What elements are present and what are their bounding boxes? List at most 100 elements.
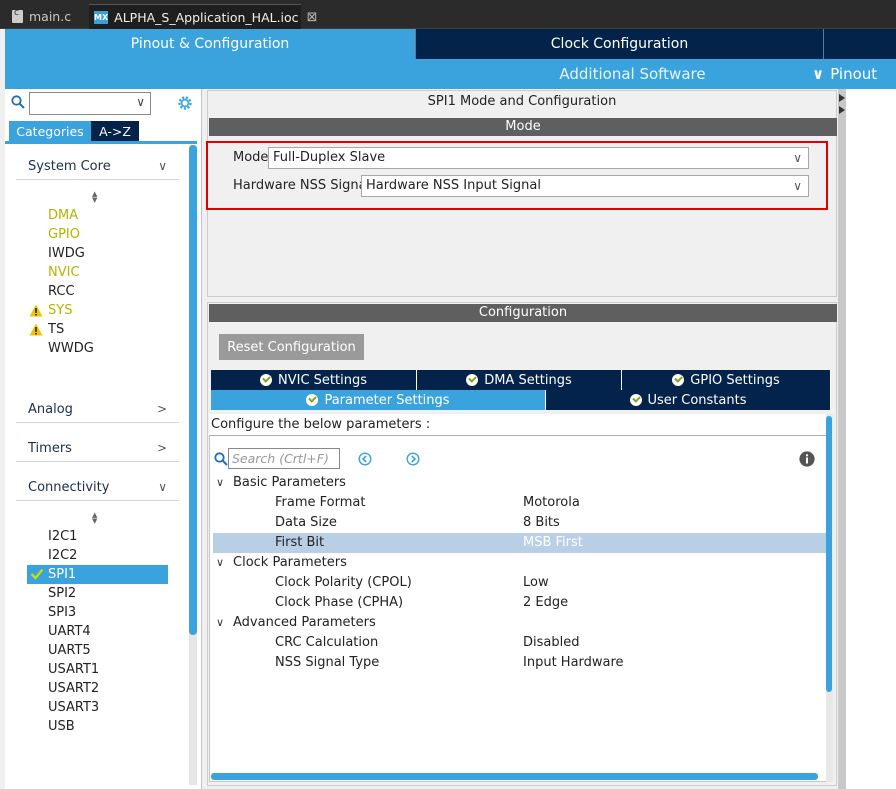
sidebar-item-spi1[interactable]: SPI1 — [48, 565, 76, 584]
sidebar-item-iwdg[interactable]: IWDG — [48, 244, 85, 263]
sidebar-item-spi3[interactable]: SPI3 — [48, 603, 76, 622]
configure-instruction: Configure the below parameters : — [209, 414, 828, 436]
sidebar-item-i2c2[interactable]: I2C2 — [48, 546, 77, 565]
warning-icon — [29, 304, 43, 317]
parameter-row[interactable]: Data Size 8 Bits — [213, 513, 826, 533]
sidebar-item-usart2[interactable]: USART2 — [48, 679, 99, 698]
close-icon[interactable]: ⊠ — [307, 10, 318, 25]
chevron-right-icon: > — [156, 441, 167, 455]
sort-arrows-icon[interactable]: ▲ ▼ — [92, 191, 97, 204]
peripheral-search-input[interactable]: ∨ — [29, 92, 151, 115]
sidebar-item-usart3[interactable]: USART3 — [48, 698, 99, 717]
tab-gpio-settings[interactable]: GPIO Settings — [622, 370, 831, 390]
sort-arrows-icon[interactable]: ▲ ▼ — [92, 512, 97, 525]
pinout-view-area — [846, 89, 896, 789]
category-analog[interactable]: Analog > — [16, 397, 179, 423]
sidebar-item-dma[interactable]: DMA — [48, 206, 78, 225]
mode-select[interactable]: Full-Duplex Slave ∨ — [268, 147, 809, 169]
tab-label: NVIC Settings — [278, 372, 367, 388]
sidebar-item-i2c1[interactable]: I2C1 — [48, 527, 77, 546]
editor-tab-ioc[interactable]: MX ALPHA_S_Application_HAL.ioc ⊠ — [89, 4, 317, 29]
category-label: Timers — [28, 441, 72, 456]
group-label: Basic Parameters — [233, 475, 346, 490]
check-icon — [260, 374, 272, 386]
group-basic-parameters[interactable]: ∨ Basic Parameters — [213, 473, 826, 493]
parameter-row[interactable]: Clock Phase (CPHA) 2 Edge — [213, 593, 826, 613]
hardware-nss-select[interactable]: Hardware NSS Input Signal ∨ — [361, 175, 809, 197]
pinout-view-menu[interactable]: ∨ Pinout — [812, 59, 896, 89]
tab-nvic-settings[interactable]: NVIC Settings — [211, 370, 417, 390]
group-clock-parameters[interactable]: ∨ Clock Parameters — [213, 553, 826, 573]
pinout-splitter[interactable] — [838, 89, 846, 789]
sidebar-item-gpio[interactable]: GPIO — [48, 225, 80, 244]
hardware-nss-label: Hardware NSS Signal — [233, 178, 371, 193]
sidebar-item-nvic[interactable]: NVIC — [48, 263, 80, 282]
alphabetical-view-button[interactable]: A->Z — [91, 121, 139, 141]
categories-view-button[interactable]: Categories — [9, 121, 91, 141]
tab-clock-configuration[interactable]: Clock Configuration — [415, 29, 824, 59]
category-label: System Core — [28, 159, 111, 174]
chevron-down-icon: ∨ — [158, 159, 167, 173]
parameter-value: Motorola — [523, 495, 580, 510]
configuration-section-header: Configuration — [209, 304, 837, 322]
gear-icon[interactable] — [176, 94, 194, 112]
info-icon[interactable] — [799, 451, 815, 467]
editor-tab-main-c[interactable]: main.c — [6, 4, 86, 29]
chevron-down-icon: ∨ — [158, 480, 167, 494]
tab-label: User Constants — [647, 392, 747, 408]
group-advanced-parameters[interactable]: ∨ Advanced Parameters — [213, 613, 826, 633]
mode-label: Mode — [233, 150, 269, 165]
tab-dma-settings[interactable]: DMA Settings — [417, 370, 622, 390]
chevron-down-icon[interactable]: ∨ — [136, 95, 145, 109]
next-icon[interactable] — [406, 452, 420, 466]
sidebar-item-wwdg[interactable]: WWDG — [48, 339, 94, 358]
panel-title: SPI1 Mode and Configuration — [427, 94, 617, 109]
tab-user-constants[interactable]: User Constants — [546, 390, 831, 410]
parameter-name: Clock Phase (CPHA) — [275, 595, 404, 610]
parameter-row-selected[interactable]: First Bit MSB First — [213, 533, 826, 553]
category-timers[interactable]: Timers > — [16, 436, 179, 462]
chevron-down-icon: ∨ — [812, 65, 825, 83]
chevron-down-icon: ∨ — [793, 179, 802, 193]
pinout-view-label: Pinout — [830, 65, 878, 83]
check-icon — [629, 394, 642, 406]
parameter-name: First Bit — [275, 535, 325, 550]
warning-icon — [29, 323, 43, 336]
group-label: Clock Parameters — [233, 555, 347, 570]
sidebar-item-uart4[interactable]: UART4 — [48, 622, 91, 641]
parameter-row[interactable]: Frame Format Motorola — [213, 493, 826, 513]
sidebar-item-ts[interactable]: TS — [48, 320, 64, 339]
tab-label: GPIO Settings — [690, 372, 780, 388]
parameter-name: CRC Calculation — [275, 635, 379, 650]
mode-section-header: Mode — [209, 118, 837, 136]
parameter-value: MSB First — [523, 535, 583, 550]
parameter-scrollbar-thumb[interactable] — [826, 416, 832, 692]
sidebar-scrollbar-thumb[interactable] — [189, 145, 197, 635]
tab-pinout-configuration[interactable]: Pinout & Configuration — [5, 29, 415, 59]
sidebar-item-usb[interactable]: USB — [48, 717, 75, 736]
parameter-name: NSS Signal Type — [275, 655, 380, 670]
parameter-name: Frame Format — [275, 495, 366, 510]
collapse-panel-icon[interactable] — [838, 92, 846, 118]
parameter-row[interactable]: CRC Calculation Disabled — [213, 633, 826, 653]
check-icon — [306, 394, 319, 406]
previous-icon[interactable] — [358, 452, 372, 466]
reset-configuration-button[interactable]: Reset Configuration — [219, 334, 364, 360]
parameter-row[interactable]: NSS Signal Type Input Hardware — [213, 653, 826, 673]
category-system-core[interactable]: System Core ∨ — [16, 154, 179, 180]
editor-tab-label: main.c — [29, 9, 72, 24]
sidebar-item-rcc[interactable]: RCC — [48, 282, 75, 301]
sidebar-item-uart5[interactable]: UART5 — [48, 641, 91, 660]
sub-nav-bar — [5, 59, 896, 89]
parameter-horizontal-scrollbar[interactable] — [211, 773, 818, 780]
sidebar-item-spi2[interactable]: SPI2 — [48, 584, 76, 603]
parameter-row[interactable]: Clock Polarity (CPOL) Low — [213, 573, 826, 593]
sidebar-item-sys[interactable]: SYS — [48, 301, 72, 320]
sidebar-item-usart1[interactable]: USART1 — [48, 660, 99, 679]
tab-parameter-settings[interactable]: Parameter Settings — [211, 390, 546, 410]
chevron-down-icon: ∨ — [216, 476, 225, 489]
parameter-search-input[interactable]: Search (Crtl+F) — [228, 448, 340, 469]
tab-additional-software[interactable]: Additional Software — [505, 59, 760, 89]
editor-tab-label: ALPHA_S_Application_HAL.ioc — [114, 9, 299, 25]
category-connectivity[interactable]: Connectivity ∨ — [16, 475, 179, 501]
